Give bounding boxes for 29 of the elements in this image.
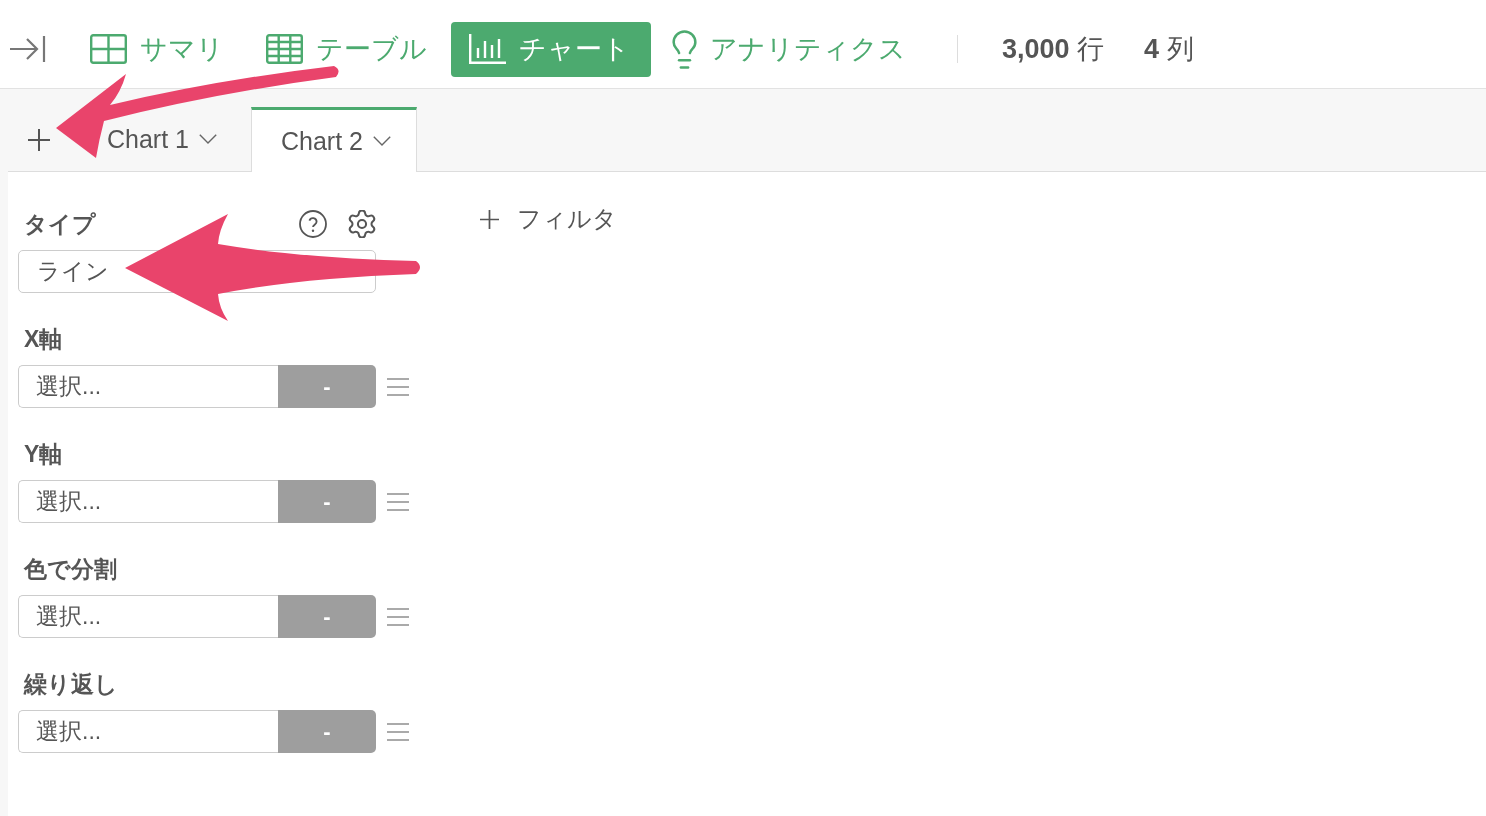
chart-tab[interactable]: Chart 2 bbox=[251, 107, 417, 172]
column-count: 4 列 bbox=[1144, 33, 1194, 66]
help-icon[interactable] bbox=[299, 210, 327, 238]
lightbulb-icon bbox=[672, 29, 697, 69]
type-label: タイプ bbox=[24, 211, 96, 237]
field-label: 繰り返し bbox=[22, 671, 118, 697]
arrow-to-bar-icon[interactable] bbox=[10, 36, 46, 62]
field-label: 色で分割 bbox=[22, 556, 117, 582]
plus-icon bbox=[480, 209, 499, 229]
plus-icon bbox=[28, 129, 50, 151]
bar-chart-icon bbox=[469, 34, 506, 64]
select-field[interactable]: 選択... bbox=[18, 365, 278, 408]
select-field[interactable]: 選択... bbox=[18, 480, 278, 523]
menu-icon[interactable] bbox=[387, 722, 409, 741]
field-label: X軸 bbox=[23, 326, 63, 352]
field-label: Y軸 bbox=[23, 441, 63, 467]
chevron-down-icon bbox=[199, 134, 217, 144]
add-filter-button[interactable]: フィルタ bbox=[480, 204, 617, 234]
table-icon bbox=[266, 34, 303, 64]
row-count: 3,000 行 bbox=[1002, 33, 1105, 66]
select-field[interactable]: 選択... bbox=[18, 710, 278, 753]
select-field[interactable]: 選択... bbox=[18, 595, 278, 638]
chart-tab[interactable]: Chart 1 bbox=[107, 125, 217, 153]
menu-icon[interactable] bbox=[387, 377, 409, 396]
menu-icon[interactable] bbox=[387, 607, 409, 626]
menu-icon[interactable] bbox=[387, 492, 409, 511]
grid-icon bbox=[90, 34, 127, 64]
settings-icon[interactable] bbox=[348, 210, 376, 238]
chevron-down-icon bbox=[372, 136, 391, 146]
